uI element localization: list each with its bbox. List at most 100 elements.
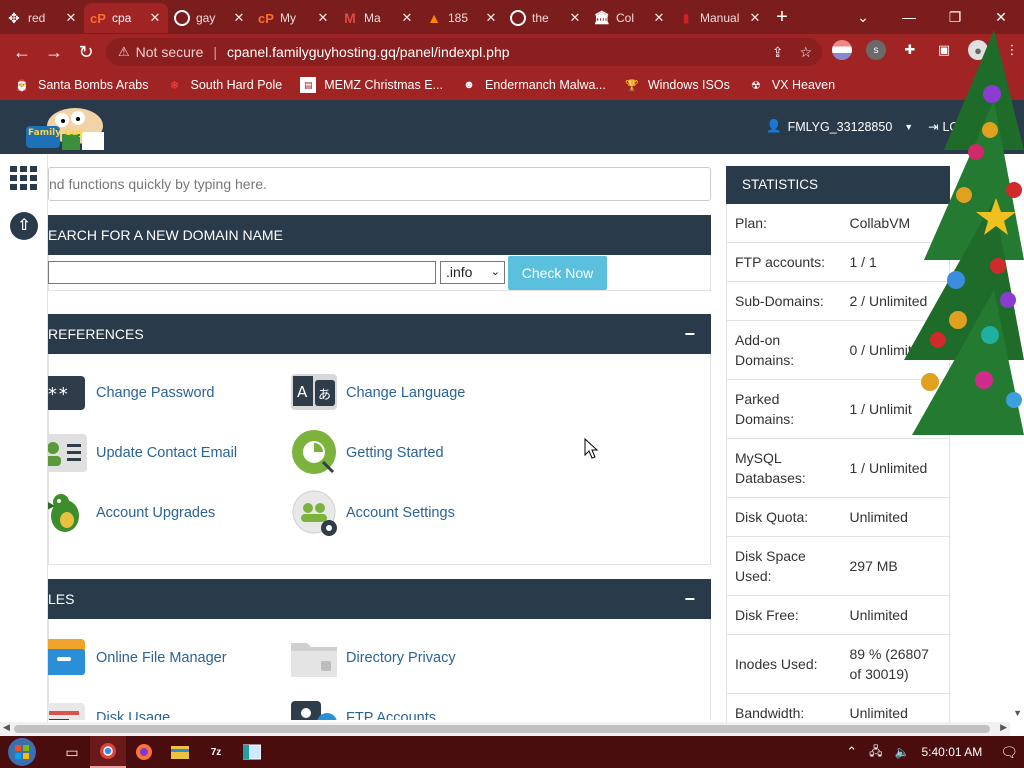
forward-icon[interactable]: → bbox=[38, 42, 70, 63]
collapse-icon[interactable]: − bbox=[684, 314, 695, 354]
warning-icon[interactable]: ⚠ bbox=[118, 44, 130, 60]
tab-label: Ma bbox=[364, 11, 381, 25]
browser-tab[interactable]: the ✕ bbox=[504, 3, 588, 33]
file-explorer-icon[interactable] bbox=[162, 736, 198, 768]
quick-search-input[interactable]: nd functions quickly by typing here. bbox=[48, 167, 711, 201]
raccoon-icon: ☻ bbox=[463, 79, 475, 91]
scroll-left-icon[interactable]: ◀ bbox=[3, 722, 10, 733]
logout-link[interactable]: ⇥ LOG OU bbox=[928, 119, 991, 135]
scroll-right-icon[interactable]: ▶ bbox=[1000, 722, 1007, 733]
close-icon[interactable]: ✕ bbox=[652, 10, 666, 26]
close-icon[interactable]: ✕ bbox=[148, 10, 162, 26]
item-label: Change Password bbox=[96, 385, 215, 401]
browser-tab[interactable]: ▮ Manual ✕ bbox=[672, 3, 768, 33]
doc-icon: ▮ bbox=[682, 11, 690, 25]
firefox-icon[interactable] bbox=[126, 736, 162, 768]
security-label: Not secure bbox=[135, 44, 204, 60]
bookmark[interactable]: ▤ MEMZ Christmas E... bbox=[300, 77, 443, 93]
files-header[interactable]: LES − bbox=[48, 579, 711, 619]
chrome-icon[interactable] bbox=[90, 736, 126, 768]
new-tab-button[interactable]: + bbox=[768, 6, 796, 29]
account-upgrades-link[interactable]: Account Upgrades bbox=[48, 490, 215, 536]
share-icon[interactable]: ⇪ bbox=[772, 44, 784, 61]
collapse-icon[interactable]: − bbox=[684, 579, 695, 619]
tab-search-icon[interactable]: ⌄ bbox=[840, 9, 886, 26]
online-file-manager-link[interactable]: Online File Manager bbox=[48, 635, 227, 681]
omnibox[interactable]: ⚠ Not secure | cpanel.familyguyhosting.g… bbox=[106, 38, 822, 66]
stat-key: FTP accounts: bbox=[726, 242, 842, 282]
ftp-accounts-link[interactable]: FTP Accounts bbox=[291, 695, 436, 720]
close-icon[interactable]: ✕ bbox=[232, 10, 246, 26]
close-icon[interactable]: ✕ bbox=[64, 10, 78, 26]
browser-tab-active[interactable]: cP cpa ✕ bbox=[84, 3, 168, 33]
close-window-icon[interactable]: ✕ bbox=[978, 9, 1024, 26]
volume-icon[interactable]: 🔈 bbox=[895, 745, 910, 759]
app-window-icon[interactable] bbox=[234, 736, 270, 768]
tld-select[interactable]: .info ⌄ bbox=[440, 261, 505, 284]
task-view-icon[interactable]: ▭ bbox=[54, 736, 90, 768]
change-password-link[interactable]: ** Change Password bbox=[48, 370, 215, 416]
bookmark[interactable]: 🏆 Windows ISOs bbox=[624, 77, 730, 93]
item-label: Change Language bbox=[346, 385, 466, 401]
disk-usage-link[interactable]: Disk Usage bbox=[48, 695, 170, 720]
contact-email-icon bbox=[48, 430, 87, 476]
bookmark[interactable]: 🎅 Santa Bombs Arabs bbox=[14, 77, 148, 93]
directory-privacy-link[interactable]: Directory Privacy bbox=[291, 635, 456, 681]
account-settings-link[interactable]: Account Settings bbox=[291, 490, 455, 536]
chevron-up-icon[interactable]: ⌃ bbox=[846, 744, 857, 760]
star-icon[interactable]: ☆ bbox=[799, 44, 812, 61]
bookmark-label: Endermanch Malwa... bbox=[484, 78, 606, 92]
start-button[interactable] bbox=[0, 736, 44, 768]
check-now-button[interactable]: Check Now bbox=[508, 256, 607, 290]
bookmark[interactable]: ❄ South Hard Pole bbox=[166, 77, 282, 93]
browser-tab[interactable]: ✥ red ✕ bbox=[0, 3, 84, 33]
browser-tab[interactable]: M Ma ✕ bbox=[336, 3, 420, 33]
extension-flag-icon[interactable] bbox=[832, 40, 852, 60]
url-text[interactable]: cpanel.familyguyhosting.gq/panel/indexpl… bbox=[227, 44, 510, 60]
browser-tab[interactable]: cP My ✕ bbox=[252, 3, 336, 33]
svg-text:あ: あ bbox=[318, 388, 331, 403]
sidepanel-icon[interactable]: ▣ bbox=[934, 40, 954, 60]
upload-icon[interactable]: ⇧ bbox=[10, 212, 38, 240]
scrollbar-thumb[interactable] bbox=[14, 725, 990, 733]
bookmark[interactable]: ☢ VX Heaven bbox=[748, 77, 835, 93]
extension-s-icon[interactable]: s bbox=[866, 40, 886, 60]
browser-tab[interactable]: ▲ 185 ✕ bbox=[420, 3, 504, 33]
panel-title: EARCH FOR A NEW DOMAIN NAME bbox=[48, 227, 283, 243]
getting-started-link[interactable]: Getting Started bbox=[291, 430, 444, 476]
reload-icon[interactable]: ↻ bbox=[70, 42, 102, 63]
stat-value: 297 MB bbox=[841, 536, 950, 596]
close-icon[interactable]: ✕ bbox=[748, 10, 762, 26]
close-icon[interactable]: ✕ bbox=[484, 10, 498, 26]
close-icon[interactable]: ✕ bbox=[316, 10, 330, 26]
domain-input[interactable] bbox=[48, 261, 436, 284]
close-icon[interactable]: ✕ bbox=[568, 10, 582, 26]
santa-icon: 🎅 bbox=[15, 79, 29, 92]
system-tray: ⌃ 🖧 🔈 5:40:01 AM 🗨 bbox=[840, 736, 1024, 768]
clock[interactable]: 5:40:01 AM bbox=[922, 745, 983, 759]
restore-icon[interactable]: ❐ bbox=[932, 9, 978, 26]
browser-tab[interactable]: gay ✕ bbox=[168, 3, 252, 33]
profile-icon[interactable]: ● bbox=[968, 40, 988, 60]
back-icon[interactable]: ← bbox=[6, 42, 38, 63]
7zip-icon[interactable]: 7z bbox=[198, 736, 234, 768]
menu-dots-icon[interactable]: ⋮ bbox=[1002, 40, 1022, 60]
horizontal-scrollbar[interactable]: ◀ ▶ bbox=[0, 722, 1010, 736]
puzzle-icon[interactable]: ✚ bbox=[900, 40, 920, 60]
family-guy-logo[interactable]: Family Guy bbox=[20, 104, 110, 152]
close-icon[interactable]: ✕ bbox=[400, 10, 414, 26]
grid-menu-icon[interactable] bbox=[10, 166, 38, 190]
network-icon[interactable]: 🖧 bbox=[869, 742, 882, 763]
bookmark[interactable]: ☻ Endermanch Malwa... bbox=[461, 77, 606, 93]
preferences-header[interactable]: REFERENCES − bbox=[48, 314, 711, 354]
panel-title: REFERENCES bbox=[48, 326, 144, 342]
change-language-link[interactable]: Aあ Change Language bbox=[291, 370, 465, 416]
update-contact-email-link[interactable]: Update Contact Email bbox=[48, 430, 237, 476]
minimize-icon[interactable]: — bbox=[886, 9, 932, 25]
user-menu[interactable]: 👤 FMLYG_33128850 ▼ bbox=[766, 119, 913, 134]
tld-value: .info bbox=[446, 264, 473, 280]
browser-tab[interactable]: 🏛 Col ✕ bbox=[588, 3, 672, 33]
folder-icon bbox=[291, 635, 337, 681]
notifications-icon[interactable]: 🗨 bbox=[1000, 744, 1018, 761]
scroll-down-icon[interactable]: ▼ bbox=[1013, 708, 1022, 718]
